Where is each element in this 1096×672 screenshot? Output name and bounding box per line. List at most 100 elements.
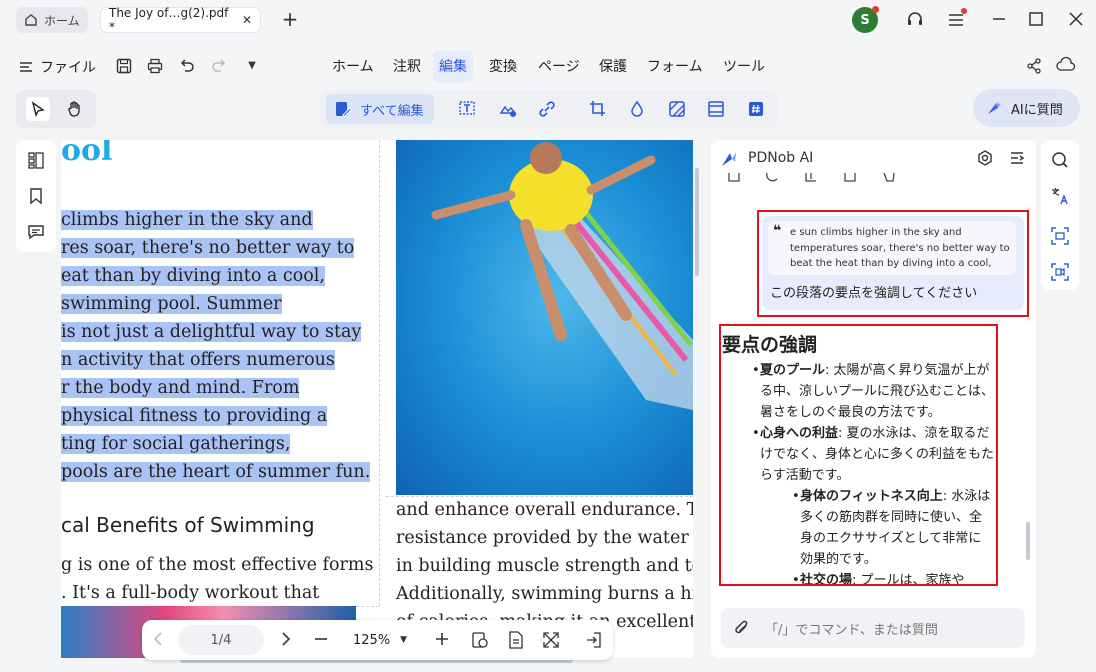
redo-icon[interactable] [210,57,228,75]
paragraph-line: g is one of the most effective forms [61,555,374,575]
ai-panel-scrollbar[interactable] [1026,522,1030,560]
share-icon[interactable] [1025,57,1043,75]
highlighted-line: swimming pool. Summer [61,294,282,314]
edit-all-button[interactable]: すべて編集 [326,94,434,124]
highlighted-line: n activity that offers numerous [61,350,335,370]
highlighted-line: is not just a delightful way to stay [61,322,362,342]
bullet-bold-term: 社交の場 [800,573,853,584]
highlighted-line: eat than by diving into a cool, [61,266,325,286]
bookmark-icon[interactable] [26,186,46,206]
document-scrollbar[interactable] [695,168,699,276]
zoom-out-icon[interactable] [312,630,330,648]
menu-form[interactable]: フォーム [641,50,709,82]
ai-input-placeholder: 「/」でコマンド、または質問 [765,622,938,638]
highlighted-line: res soar, there's no better way to [61,238,355,258]
menu-convert[interactable]: 変換 [483,50,523,82]
bullet-bold-term: 心身への利益 [760,426,839,441]
quoted-text: e sun climbs higher in the sky and tempe… [790,227,1010,269]
file-menu-label: ファイル [40,60,96,76]
translate-icon[interactable] [1050,186,1070,206]
quote-mark-icon: ❝ [773,223,782,239]
page-number-field[interactable]: 1/4 [178,625,264,655]
page-number-label: 1/4 [210,632,232,648]
close-window-icon[interactable] [1067,10,1085,28]
hamburger-small-icon [18,59,34,75]
cloud-icon[interactable] [1056,56,1076,74]
copy-icon[interactable] [726,172,740,186]
close-tab-icon[interactable]: ✕ [242,13,252,27]
menu-notification-dot [961,8,967,14]
zoom-in-icon[interactable] [433,630,451,648]
screen-record-icon[interactable] [1050,262,1070,282]
previous-page-icon[interactable] [150,630,168,648]
column-divider [379,140,380,606]
file-menu-button[interactable]: ファイル [18,57,96,77]
response-bullet: • 心身への利益: 夏の水泳は、涼を取るだけでなく、身体と心に多くの利益をもたらす… [752,426,994,483]
minimize-icon[interactable] [990,10,1008,28]
menu-annotate[interactable]: 注釈 [387,50,427,82]
header-footer-icon[interactable] [706,99,726,119]
export-icon[interactable] [804,172,818,186]
menu-protect[interactable]: 保護 [593,50,633,82]
add-text-icon[interactable] [458,99,478,119]
tab-home[interactable]: ホーム [16,7,88,33]
paragraph-line: and enhance overall endurance. Th [396,500,693,520]
highlighted-line: pools are the heart of summer fun. [61,462,371,482]
highlighted-line: r the body and mind. From [61,378,300,398]
text-box-outline-right [386,496,693,497]
note-icon[interactable] [843,172,857,186]
highlighted-line: climbs higher in the sky and [61,210,313,230]
menu-home[interactable]: ホーム [326,50,380,82]
ai-response-content: 要点の強調 • 夏のプール: 太陽が高く昇り気温が上がる中、涼しいプールに飛び込む… [722,332,994,584]
screenshot-ocr-icon[interactable] [1050,226,1070,246]
menu-page[interactable]: ページ [532,50,586,82]
hand-tool-icon[interactable] [63,97,87,121]
save-icon[interactable] [115,57,133,75]
exit-view-icon[interactable] [584,630,604,650]
print-icon[interactable] [146,57,164,75]
background-icon[interactable] [667,99,687,119]
document-page[interactable]: ool climbs higher in the sky and res soa… [61,140,693,658]
page-view-icon[interactable] [506,630,526,650]
menu-tools[interactable]: ツール [717,50,771,82]
search-icon[interactable] [1050,150,1070,170]
edit-all-label: すべて編集 [360,103,424,119]
pdnob-logo-icon [720,150,738,168]
attachment-icon[interactable] [733,619,751,637]
crop-page-icon[interactable] [588,99,608,119]
add-link-icon[interactable] [537,99,557,119]
add-image-icon[interactable] [498,99,518,119]
comment-icon[interactable] [26,222,46,242]
zoom-level-label: 125% [353,632,391,648]
ai-settings-icon[interactable] [976,149,994,167]
ask-ai-button[interactable]: AIに質問 [973,89,1080,127]
user-prompt-text: この段落の要点を強調してください [770,286,978,301]
collapse-panel-icon[interactable] [1008,149,1026,167]
next-page-icon[interactable] [276,630,294,648]
watermark-icon[interactable] [627,99,647,119]
undo-icon[interactable] [178,57,196,75]
tab-document[interactable]: The Joy of…g(2).pdf * ✕ [100,6,261,34]
avatar-initial: S [860,12,870,28]
ai-chat-input[interactable]: 「/」でコマンド、または質問 [721,608,1025,648]
menu-edit[interactable]: 編集 [433,50,473,82]
response-sub-bullet: • 身体のフィットネス向上: 水泳は多くの筋肉群を同時に使い、全身のエクササイズと… [792,489,991,567]
fullscreen-icon[interactable] [541,630,561,650]
regenerate-icon[interactable] [765,172,779,186]
thumbnails-icon[interactable] [26,150,46,170]
maximize-icon[interactable] [1027,10,1045,28]
avatar-notification-dot [872,6,879,13]
zoom-level-select[interactable]: 125% ▼ [353,630,415,650]
ai-sparkle-icon [985,99,1003,117]
new-tab-icon[interactable]: + [280,7,300,31]
bates-number-icon[interactable] [746,99,766,119]
feedback-icon[interactable] [882,172,896,186]
paragraph-line: . It's a full-body workout that [61,583,320,603]
highlighted-line: physical fitness to providing a [61,406,328,426]
quick-access-dropdown-icon[interactable]: ▼ [245,58,259,72]
fit-page-icon[interactable] [470,630,490,650]
headset-icon[interactable] [905,10,925,30]
paragraph-line: resistance provided by the water al [396,528,693,548]
select-cursor-icon[interactable] [26,97,50,121]
bullet-text: : プールは、家族や [852,573,965,584]
